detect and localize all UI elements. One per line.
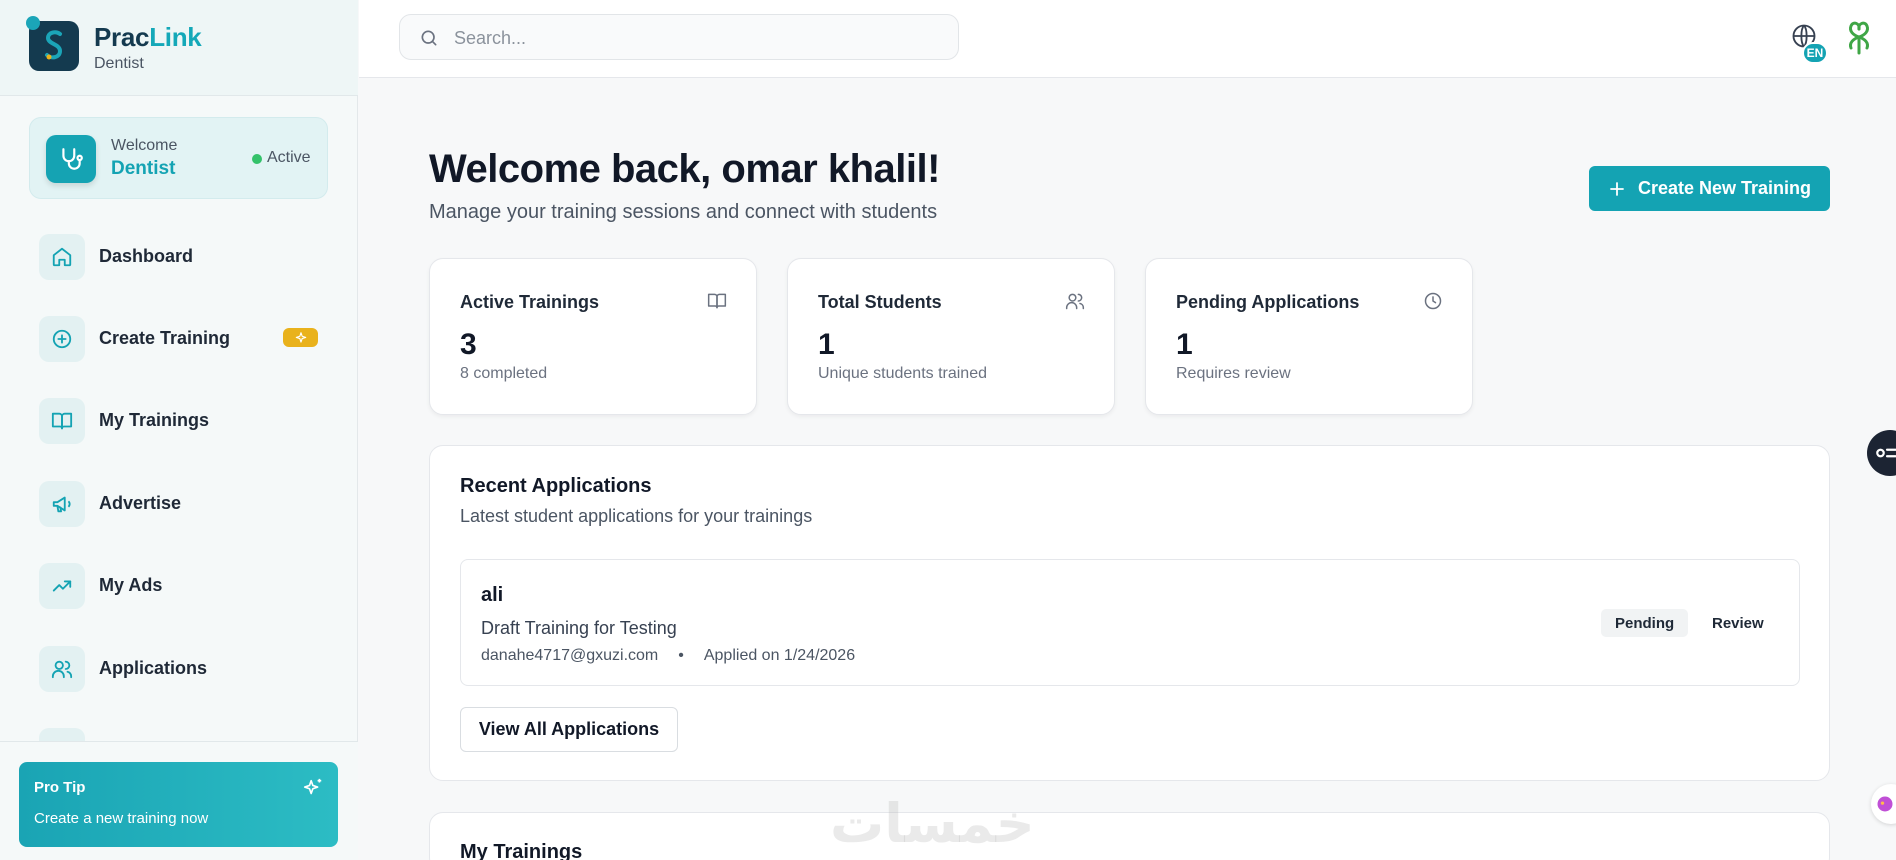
trending-up-icon bbox=[39, 563, 85, 609]
book-open-icon bbox=[707, 291, 727, 316]
stat-card-active-trainings: Active Trainings 3 8 completed bbox=[429, 258, 757, 415]
stat-title: Pending Applications bbox=[1176, 292, 1360, 312]
sidebar-item-my-trainings[interactable]: My Trainings bbox=[39, 398, 329, 444]
side-panel-toggle[interactable] bbox=[1867, 430, 1896, 476]
plus-icon bbox=[1610, 181, 1624, 196]
stethoscope-icon bbox=[46, 135, 96, 183]
clock-icon bbox=[1423, 291, 1443, 316]
welcome-role: Dentist bbox=[111, 158, 176, 179]
top-bar: EN bbox=[359, 0, 1896, 78]
sidebar-item-my-ads[interactable]: My Ads bbox=[39, 563, 329, 609]
brand-name-part1: Prac bbox=[94, 22, 150, 52]
section-title: My Trainings bbox=[460, 841, 583, 860]
stat-value: 1 bbox=[818, 328, 835, 361]
logo-dot bbox=[26, 16, 40, 30]
welcome-label: Welcome bbox=[111, 137, 178, 154]
application-meta: danahe4717@gxuzi.com • Applied on 1/24/2… bbox=[481, 647, 855, 665]
section-title: Recent Applications bbox=[460, 475, 652, 497]
stat-note: Requires review bbox=[1176, 365, 1291, 382]
assistant-icon bbox=[1877, 796, 1893, 812]
language-switcher[interactable]: EN bbox=[1790, 22, 1830, 64]
section-subtitle: Latest student applications for your tra… bbox=[460, 506, 813, 526]
sidebar-item-label: My Ads bbox=[99, 575, 163, 595]
stat-title: Active Trainings bbox=[460, 292, 600, 312]
recent-applications-card: Recent Applications Latest student appli… bbox=[429, 445, 1830, 781]
search-icon bbox=[419, 28, 439, 53]
view-all-applications-button[interactable]: View All Applications bbox=[460, 707, 678, 752]
application-training: Draft Training for Testing bbox=[481, 618, 677, 638]
sidebar-item-more[interactable] bbox=[39, 728, 329, 742]
watermark-logo: خمسات bbox=[830, 792, 1035, 855]
stat-note: Unique students trained bbox=[818, 365, 987, 382]
sparkles-icon bbox=[302, 777, 324, 804]
sparkles-icon bbox=[283, 328, 318, 347]
sidebar-item-advertise[interactable]: Advertise bbox=[39, 481, 329, 527]
review-button[interactable]: Review bbox=[1702, 609, 1774, 637]
search-box[interactable] bbox=[399, 14, 959, 60]
brand-name: PracLink bbox=[94, 22, 202, 53]
welcome-card: Welcome Dentist Active bbox=[29, 117, 328, 199]
active-status-text: Active bbox=[267, 149, 311, 166]
active-status-dot bbox=[252, 154, 262, 164]
sidebar-item-applications[interactable]: Applications bbox=[39, 646, 329, 692]
megaphone-icon bbox=[39, 481, 85, 527]
pro-tip-text: Create a new training now bbox=[34, 810, 209, 827]
language-badge: EN bbox=[1802, 42, 1828, 64]
sidebar-item-create-training[interactable]: Create Training bbox=[39, 316, 329, 362]
sidebar-item-label: Advertise bbox=[99, 493, 182, 513]
brand-name-part2: Link bbox=[149, 22, 202, 52]
sidebar-item-label: My Trainings bbox=[99, 410, 210, 430]
sidebar: PracLink Dentist Welcome Dentist Active … bbox=[0, 0, 358, 860]
stat-title: Total Students bbox=[818, 292, 942, 312]
sidebar-item-label: Applications bbox=[99, 658, 208, 678]
pro-tip-title: Pro Tip bbox=[34, 779, 86, 796]
stat-card-pending-applications: Pending Applications 1 Requires review bbox=[1145, 258, 1473, 415]
brand-header: PracLink Dentist bbox=[0, 0, 358, 96]
meta-separator: • bbox=[678, 647, 684, 664]
page-subtitle: Manage your training sessions and connec… bbox=[429, 201, 938, 223]
sidebar-footer: Pro Tip Create a new training now bbox=[0, 741, 358, 860]
stat-value: 3 bbox=[460, 328, 477, 361]
page-title: Welcome back, omar khalil! bbox=[429, 147, 940, 191]
book-open-icon bbox=[39, 398, 85, 444]
settings-list-icon bbox=[1876, 448, 1896, 458]
create-new-training-label: Create New Training bbox=[1637, 178, 1812, 198]
applicant-email: danahe4717@gxuzi.com bbox=[481, 647, 659, 664]
plus-circle-icon bbox=[39, 316, 85, 362]
applied-date: Applied on 1/24/2026 bbox=[703, 647, 856, 664]
praclink-logo[interactable] bbox=[26, 16, 79, 71]
application-row[interactable]: ali Draft Training for Testing danahe471… bbox=[460, 559, 1800, 686]
sidebar-item-label: Create Training bbox=[99, 328, 231, 348]
search-input[interactable] bbox=[454, 25, 934, 51]
home-icon bbox=[39, 234, 85, 280]
applicant-name: ali bbox=[481, 584, 504, 606]
assistant-launcher[interactable] bbox=[1871, 784, 1896, 824]
partner-logo-icon bbox=[1837, 15, 1881, 64]
stat-note: 8 completed bbox=[460, 365, 548, 382]
stat-value: 1 bbox=[1176, 328, 1193, 361]
users-icon bbox=[1065, 291, 1085, 316]
nav-icon-partial bbox=[39, 728, 85, 742]
create-new-training-button[interactable]: Create New Training bbox=[1589, 166, 1830, 211]
users-icon bbox=[39, 646, 85, 692]
pro-tip-card[interactable]: Pro Tip Create a new training now bbox=[19, 762, 338, 847]
brand-subtitle: Dentist bbox=[94, 55, 144, 72]
sidebar-item-label: Dashboard bbox=[99, 246, 194, 266]
status-badge: Pending bbox=[1601, 609, 1689, 637]
sidebar-item-dashboard[interactable]: Dashboard bbox=[39, 234, 329, 280]
stat-card-total-students: Total Students 1 Unique students trained bbox=[787, 258, 1115, 415]
my-trainings-card: My Trainings bbox=[429, 812, 1830, 860]
